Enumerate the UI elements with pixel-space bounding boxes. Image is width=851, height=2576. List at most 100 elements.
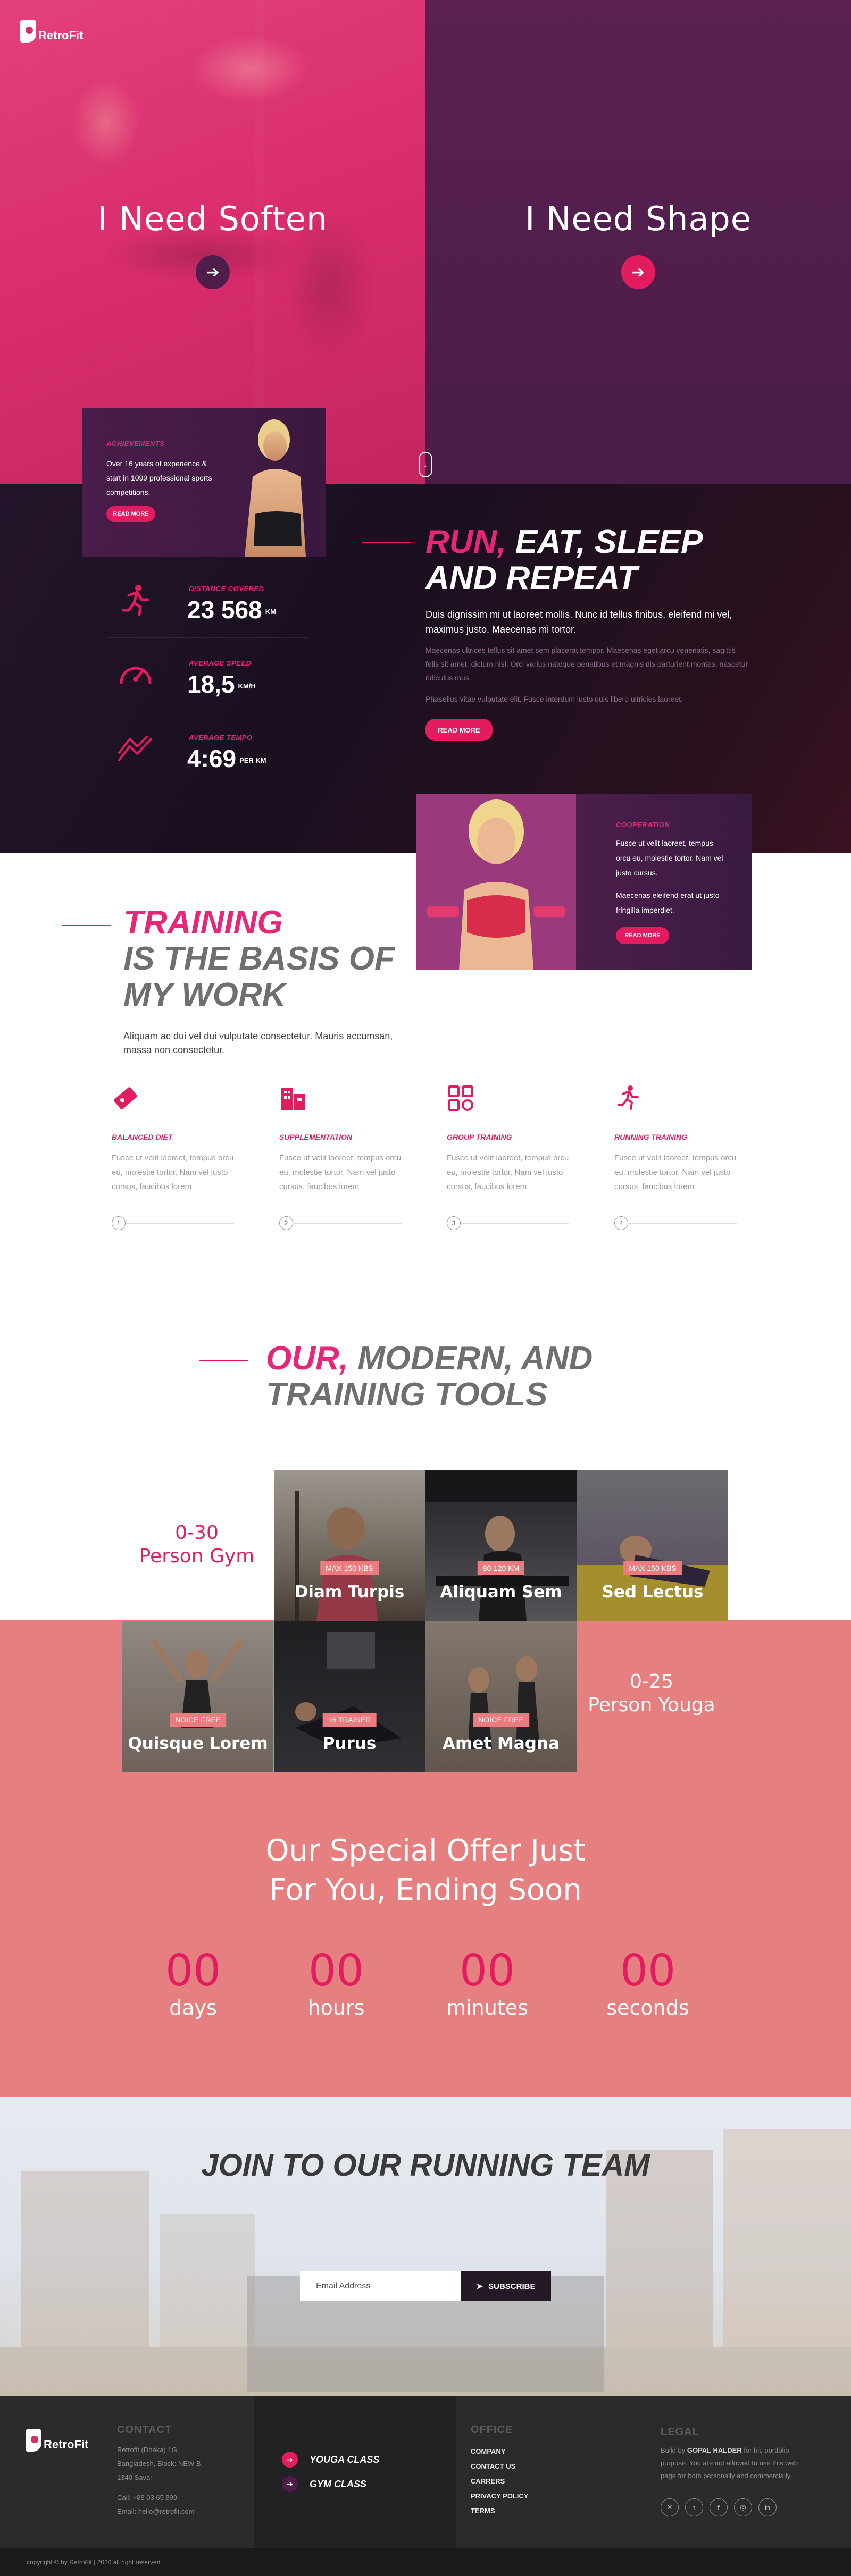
tile-tag: 80-120 KM	[477, 1561, 525, 1575]
cooperation-label: COOPERATION	[616, 821, 670, 829]
footer-link-terms[interactable]: TERMS	[471, 2504, 529, 2519]
tile-name: Amet Magna	[443, 1734, 560, 1753]
tile-tag: MAX 150 KBS	[320, 1561, 379, 1575]
countdown-value: 00	[620, 1946, 676, 1996]
yoga-capacity-label: 0-25 Person Youga	[588, 1671, 715, 1716]
stat-speed: AVERAGE SPEED 18,5 KM/H	[106, 638, 308, 712]
countdown-label: days	[169, 1996, 217, 2019]
feature-text: Fusce ut velit laoreet, tempus orcu eu, …	[614, 1154, 737, 1191]
trend-icon	[118, 736, 152, 761]
gym-tile[interactable]: 80-120 KM Aliquam Sem	[426, 1470, 577, 1621]
special-offer-section	[0, 1775, 851, 2097]
arrow-right-icon: ➔	[282, 2476, 298, 2492]
achievements-text: Over 16 years of experience & start in 1…	[106, 459, 212, 496]
stat-tempo-label: AVERAGE TEMPO	[189, 734, 253, 742]
run-heading-rule	[362, 542, 411, 543]
hero-shape-panel[interactable]: I Need Shape ➔	[426, 0, 851, 484]
subscribe-label: SUBSCRIBE	[488, 2282, 536, 2291]
twitter-icon[interactable]: ✕	[661, 2498, 679, 2516]
tile-name: Diam Turpis	[294, 1582, 405, 1602]
footer-link-privacy-policy[interactable]: PRIVACY POLICY	[471, 2489, 529, 2504]
stat-speed-label: AVERAGE SPEED	[189, 659, 252, 667]
training-heading-rule	[62, 925, 111, 926]
copyright-bar: copyright © by RetroFit | 2020 all right…	[0, 2548, 851, 2576]
cooperation-card: COOPERATION Fusce ut velit laoreet, temp…	[416, 794, 752, 970]
arrow-right-icon: ➔	[631, 263, 645, 281]
footer-link-company[interactable]: COMPANY	[471, 2444, 529, 2459]
feature-number: 2	[279, 1216, 293, 1230]
training-heading: TRAINING IS THE BASIS OF MY WORK	[123, 904, 395, 1013]
subscribe-button[interactable]: ➤ SUBSCRIBE	[461, 2271, 551, 2301]
hero-soften-button[interactable]: ➔	[196, 255, 230, 289]
hero-shape-button[interactable]: ➔	[621, 255, 655, 289]
achievements-card: ACHIEVEMENTS Over 16 years of experience…	[82, 408, 326, 557]
athlete-dumbbell-photo	[416, 794, 576, 970]
stat-distance: DISTANCE COVERED 23 568 KM	[106, 563, 308, 638]
stat-tempo-value: 4:69 PER KM	[187, 745, 266, 772]
feature-title: BALANCED DIET	[112, 1133, 173, 1141]
run-lead-text: Duis dignissim mi ut laoreet mollis. Nun…	[426, 609, 732, 635]
arrow-right-icon: ➔	[282, 2452, 298, 2468]
footer-legal-title: LEGAL	[661, 2426, 699, 2438]
countdown-label: seconds	[606, 1996, 689, 2019]
class-label: YOUGA CLASS	[310, 2454, 380, 2465]
mouse-scroll-icon[interactable]: ↓	[419, 452, 432, 477]
footer-office-title: OFFICE	[471, 2424, 513, 2436]
run-read-more-button[interactable]: READ MORE	[426, 719, 493, 741]
cooperation-text-2: Maecenas eleifend erat ut justo fringill…	[616, 891, 720, 914]
feature-text: Fusce ut velit laoreet, tempus orcu eu, …	[112, 1154, 234, 1191]
logo-mark	[26, 2429, 41, 2452]
logo-text: RetroFit	[38, 29, 84, 42]
class-label: GYM CLASS	[310, 2478, 367, 2489]
countdown-hours: 00 hours	[278, 1946, 395, 2019]
arrow-right-icon: ➔	[206, 263, 220, 281]
tools-heading-rule	[199, 1360, 248, 1361]
logo-mark	[20, 20, 36, 43]
athlete-photo	[245, 419, 306, 557]
countdown-value: 00	[308, 1946, 364, 1996]
yoga-tile[interactable]: 16 TRAINER Purus	[274, 1621, 425, 1772]
stat-tempo: AVERAGE TEMPO 4:69 PER KM	[106, 712, 308, 787]
feature-title: GROUP TRAINING	[447, 1133, 512, 1141]
cooperation-text-1: Fusce ut velit laoreet, tempus orcu eu, …	[616, 839, 723, 877]
achievements-read-more-button[interactable]: READ MORE	[106, 506, 155, 522]
feature-text: Fusce ut velit laoreet, tempus orcu eu, …	[447, 1154, 569, 1191]
gym-tile[interactable]: MAX 150 KBS Sed Lectus	[577, 1470, 728, 1621]
instagram-icon[interactable]: ◎	[734, 2498, 752, 2516]
tile-tag: NOICE FREE	[170, 1713, 226, 1727]
countdown-value: 00	[459, 1946, 515, 1996]
gym-tile[interactable]: MAX 150 KBS Diam Turpis	[274, 1470, 425, 1621]
feature-title: SUPPLEMENTATION	[279, 1133, 353, 1141]
tile-name: Aliquam Sem	[440, 1582, 562, 1602]
logo[interactable]: RetroFit	[20, 20, 83, 43]
countdown-label: hours	[307, 1996, 365, 2019]
feature-number: 4	[614, 1216, 628, 1230]
run-heading: RUN, EAT, SLEEP AND REPEAT	[426, 524, 703, 596]
gym-capacity-label: 0-30 Person Gym	[139, 1522, 255, 1567]
offer-heading: Our Special Offer Just For You, Ending So…	[265, 1833, 586, 1907]
footer-legal-text: Build by GOPAL HALDER for his portfolio …	[661, 2446, 798, 2480]
footer-link-carrers[interactable]: CARRERS	[471, 2474, 529, 2489]
yoga-tile[interactable]: NOICE FREE Amet Magna	[426, 1621, 577, 1772]
hero-shape-title: I Need Shape	[525, 199, 752, 238]
facebook-icon[interactable]: f	[710, 2498, 728, 2516]
tile-name: Purus	[322, 1734, 377, 1753]
countdown-label: minutes	[446, 1996, 528, 2019]
linkedin-icon[interactable]: in	[758, 2498, 777, 2516]
run-paragraph-1: Maecenas ultrices tellus sit amet sem pl…	[426, 646, 748, 682]
email-input[interactable]: Email Address	[300, 2271, 461, 2301]
countdown-days: 00 days	[135, 1946, 252, 2019]
footer-social-links: ✕ t f ◎ in	[661, 2498, 777, 2516]
footer-link-contact-us[interactable]: CONTACT US	[471, 2459, 529, 2474]
footer-gym-class-link[interactable]: ➔ GYM CLASS	[282, 2476, 366, 2492]
feature-number: 3	[447, 1216, 461, 1230]
footer-logo[interactable]: RetroFit	[26, 2429, 88, 2452]
footer-youga-class-link[interactable]: ➔ YOUGA CLASS	[282, 2452, 379, 2468]
feature-number: 1	[112, 1216, 126, 1230]
yoga-tile[interactable]: NOICE FREE Quisque Lorem	[122, 1621, 273, 1772]
footer-address: Retrofit (Dhaka) 1G Bangladesh, Block: NE…	[117, 2446, 203, 2481]
cooperation-read-more-button[interactable]: READ MORE	[616, 927, 669, 944]
achievements-label: ACHIEVEMENTS	[106, 440, 165, 448]
twitter-bird-icon[interactable]: t	[685, 2498, 703, 2516]
feature-title: RUNNING TRAINING	[614, 1133, 687, 1141]
